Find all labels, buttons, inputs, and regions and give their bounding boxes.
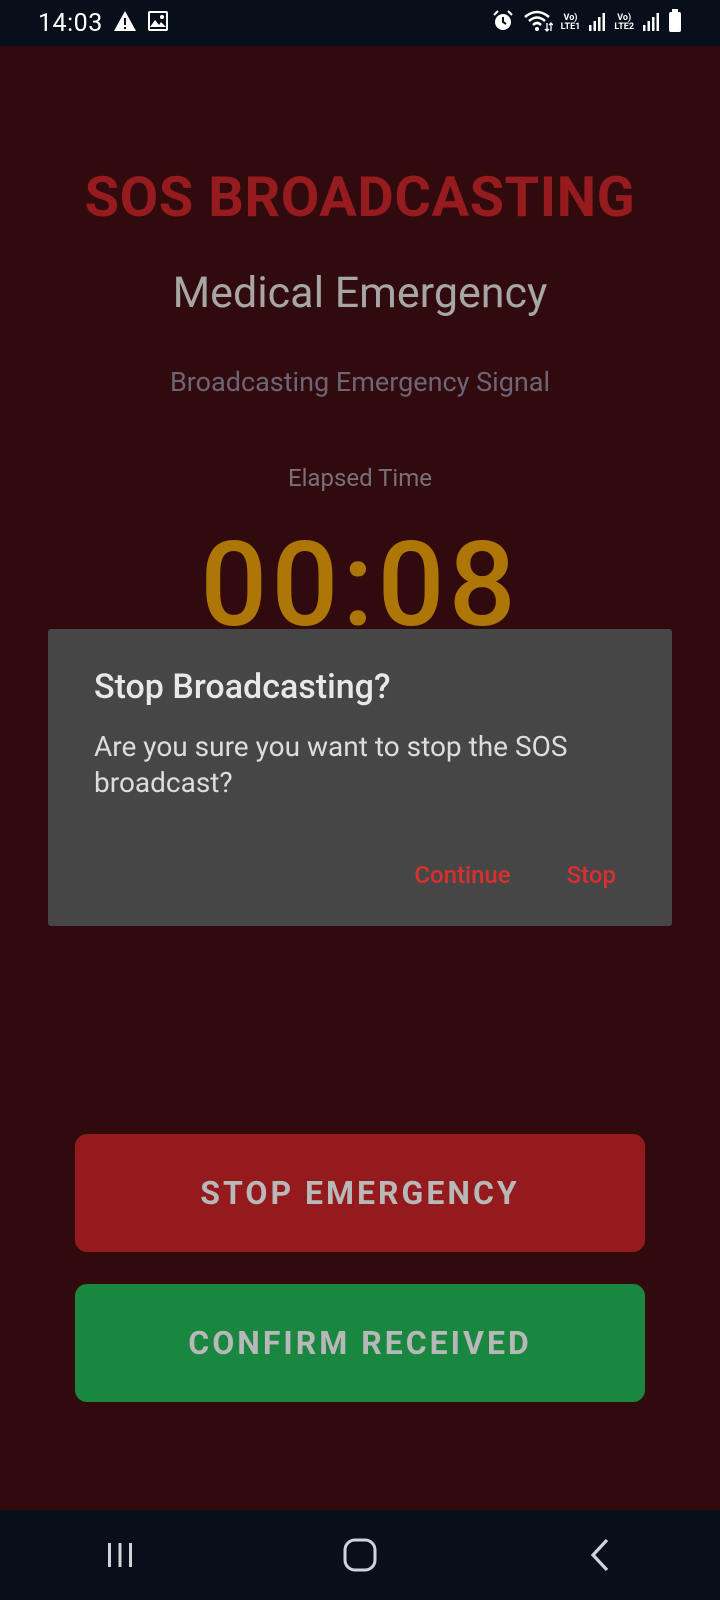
stop-button[interactable]: Stop	[567, 861, 616, 889]
stop-broadcast-dialog: Stop Broadcasting? Are you sure you want…	[48, 629, 672, 926]
warning-icon	[113, 10, 137, 36]
back-icon[interactable]	[555, 1520, 645, 1590]
page-title: SOS BROADCASTING	[84, 164, 636, 230]
battery-icon	[668, 9, 682, 37]
home-icon[interactable]	[315, 1520, 405, 1590]
image-icon	[147, 10, 169, 36]
dialog-message: Are you sure you want to stop the SOS br…	[94, 730, 568, 799]
status-time: 14:03	[38, 8, 103, 38]
signal-icon	[588, 11, 606, 35]
elapsed-time-label: Elapsed Time	[287, 464, 433, 492]
alarm-icon	[491, 9, 515, 37]
signal-icon	[642, 11, 660, 35]
dialog-title: Stop Broadcasting?	[94, 667, 391, 707]
continue-button[interactable]: Continue	[414, 861, 510, 889]
recent-apps-icon[interactable]	[75, 1520, 165, 1590]
emergency-type: Medical Emergency	[172, 268, 548, 318]
lte1-bottom-label: LTE1	[560, 22, 581, 32]
confirm-received-button[interactable]: CONFIRM RECEIVED	[75, 1284, 645, 1402]
signal-status: Broadcasting Emergency Signal	[169, 366, 551, 398]
stop-emergency-button[interactable]: STOP EMERGENCY	[75, 1134, 645, 1252]
wifi-icon	[523, 9, 554, 37]
lte2-bottom-label: LTE2	[614, 22, 634, 32]
navigation-bar	[0, 1510, 720, 1600]
status-bar: 14:03 Vo) LTE1 Vo) LTE2	[0, 0, 720, 46]
volte-lte2-icon: Vo) LTE2	[614, 14, 634, 32]
volte-lte1-icon: Vo) LTE1	[561, 14, 581, 32]
dialog-actions: Continue Stop	[414, 861, 616, 889]
